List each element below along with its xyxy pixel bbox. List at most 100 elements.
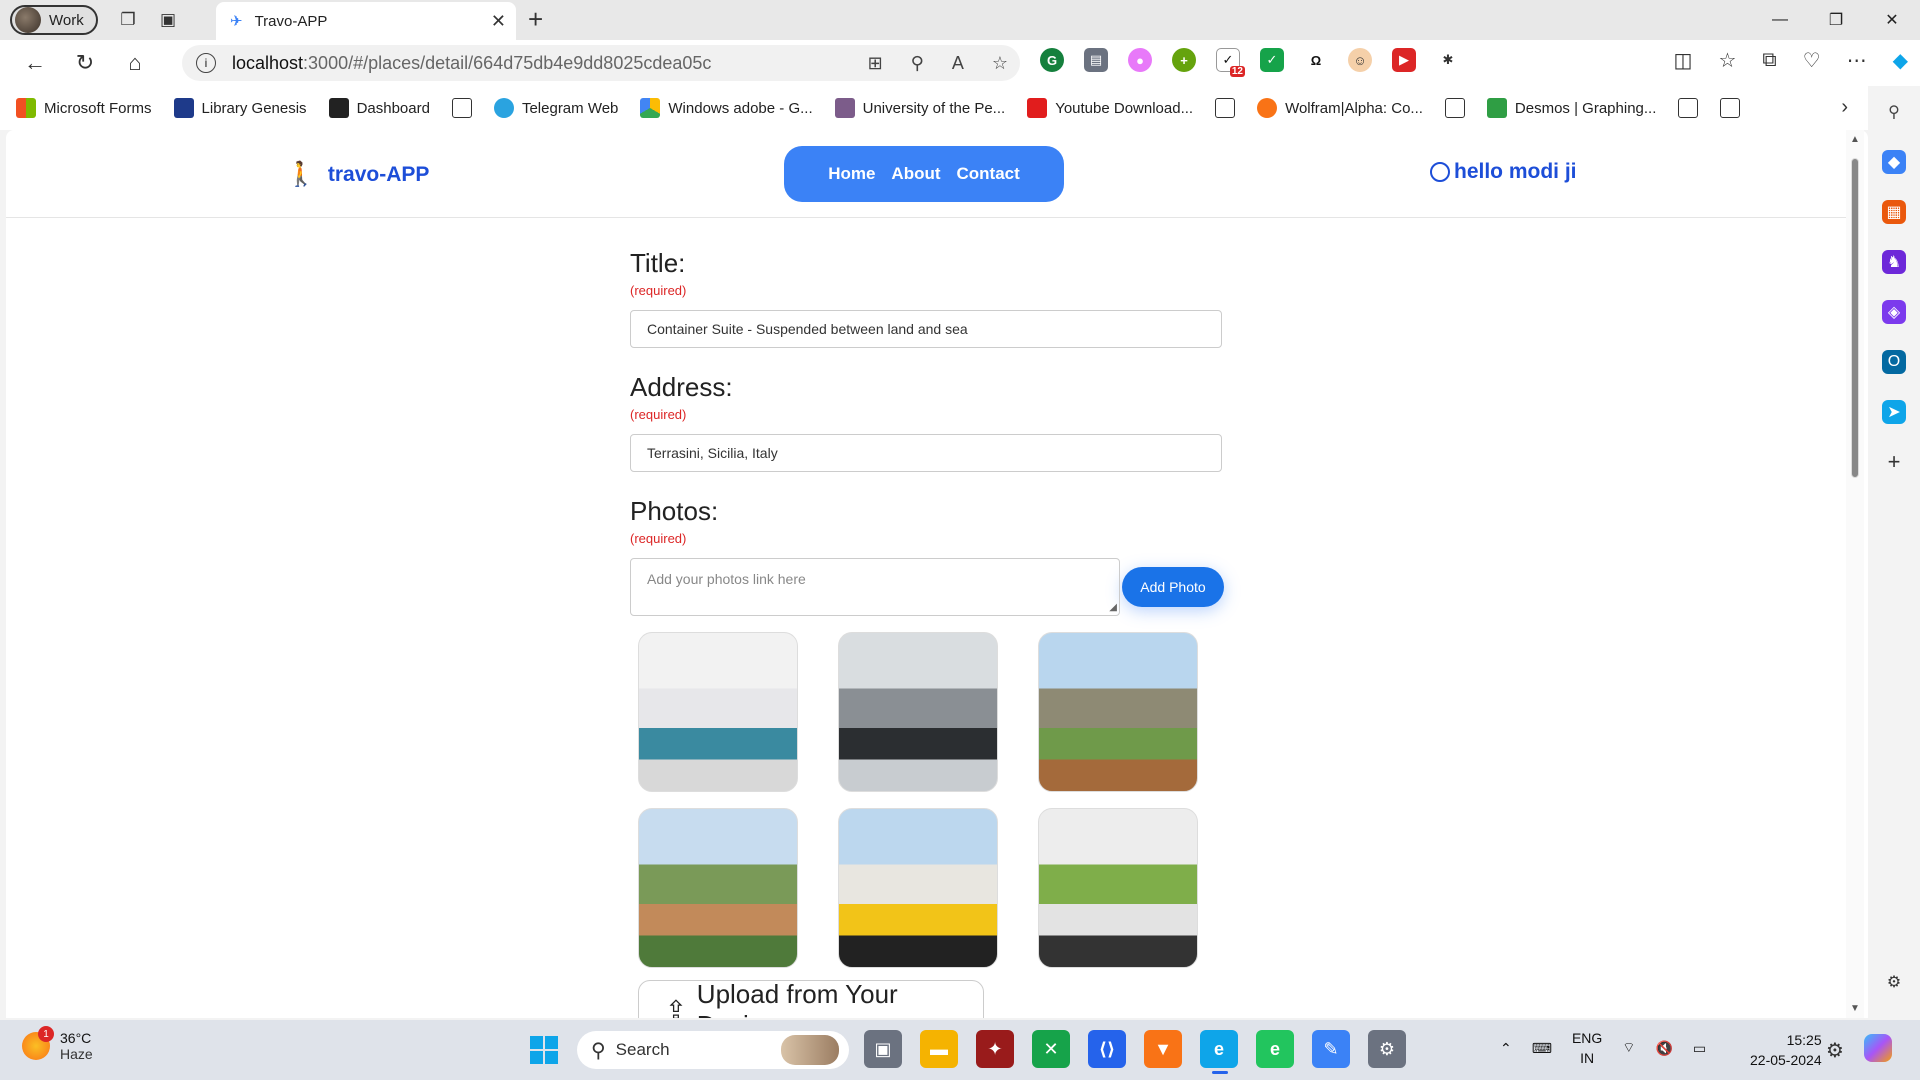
scroll-down-icon[interactable]: ▼ [1850,1003,1860,1014]
sidebar-send-icon[interactable]: ➤ [1882,400,1906,424]
settings-app-icon[interactable]: ⚙ [1368,1030,1406,1068]
paint-icon[interactable]: ✎ [1312,1030,1350,1068]
nav-about[interactable]: About [891,164,940,184]
extension-face-icon[interactable]: ☺ [1348,48,1372,72]
sidebar-add-icon[interactable]: + [1882,449,1906,474]
edge-icon[interactable]: e [1256,1030,1294,1068]
wifi-icon[interactable]: ⌔ [1622,1039,1635,1057]
photo-link-textarea[interactable]: Add your photos link here ◢ [630,558,1120,616]
bookmark-item[interactable] [451,98,472,118]
start-button[interactable] [530,1036,558,1064]
app-dark-icon[interactable]: ✦ [976,1030,1014,1068]
taskbar-search[interactable]: ⚲ Search [577,1031,849,1069]
read-aloud-icon[interactable]: A [952,53,964,74]
more-menu-icon[interactable]: ⋯ [1847,48,1867,73]
nav-home[interactable]: Home [828,164,875,184]
resize-grip-icon[interactable]: ◢ [1109,602,1117,613]
keyboard-icon[interactable]: ⌨ [1532,1040,1552,1057]
task-view-icon[interactable]: ▣ [864,1030,902,1068]
upload-from-device-button[interactable]: ⇪ Upload from Your Device [638,979,984,1018]
bookmark-item[interactable]: Wolfram|Alpha: Co... [1257,98,1423,118]
app-available-icon[interactable]: ⊞ [868,53,883,74]
bookmark-item[interactable] [1720,98,1741,118]
bookmark-item[interactable]: Windows adobe - G... [640,98,813,118]
favorites-icon[interactable]: ☆ [1718,48,1736,73]
bookmark-item[interactable]: Microsoft Forms [16,98,152,118]
bookmark-item[interactable]: Dashboard [328,98,430,118]
scroll-up-icon[interactable]: ▲ [1850,134,1860,145]
bookmark-item[interactable]: University of the Pe... [834,98,1005,118]
photo-thumbnail[interactable] [1038,632,1198,792]
vscode-icon[interactable]: ⟨⟩ [1088,1030,1126,1068]
vertical-tabs-icon[interactable]: ▣ [148,0,188,40]
sidebar-outlook-icon[interactable]: O [1882,350,1906,374]
address-bar[interactable]: i localhost:3000/#/places/detail/664d75d… [182,45,1020,81]
zoom-icon[interactable]: ⚲ [911,53,924,74]
user-menu[interactable]: hello modi ji [1430,160,1577,184]
copilot-icon[interactable]: ◆ [1893,48,1908,73]
extension-shield-icon[interactable]: ✓ [1260,48,1284,72]
bookmark-item[interactable]: Library Genesis [173,98,307,118]
photo-thumbnail[interactable] [638,808,798,968]
site-info-icon[interactable]: i [196,53,216,73]
extension-brain-icon[interactable]: ● [1128,48,1152,72]
extension-plus-icon[interactable]: + [1172,48,1196,72]
address-input[interactable]: Terrasini, Sicilia, Italy [630,434,1222,472]
extension-tasks-icon[interactable]: ✓ 12 [1216,48,1245,77]
close-window-icon[interactable]: ✕ [1864,0,1920,40]
sidebar-shopping-icon[interactable]: ◆ [1882,150,1906,174]
taskbar-clock[interactable]: 15:25 22-05-2024 [1750,1030,1822,1070]
extensions-puzzle-icon[interactable]: ✱ [1436,48,1460,72]
xbox-icon[interactable]: ✕ [1032,1030,1070,1068]
collections-icon[interactable]: ⧉ [1762,49,1776,72]
mute-icon[interactable]: 🔇 [1655,1040,1672,1057]
favorite-star-icon[interactable]: ☆ [992,53,1008,74]
photo-thumbnail[interactable] [638,632,798,792]
bookmark-item[interactable]: Youtube Download... [1027,98,1193,118]
tab-travo-app[interactable]: ✈ Travo-APP ✕ [216,2,516,40]
sidebar-games-icon[interactable]: ♞ [1882,250,1906,274]
photo-thumbnail[interactable] [1038,808,1198,968]
weather-widget[interactable]: 1 36°C Haze [22,1026,93,1062]
bookmark-item[interactable] [1444,98,1465,118]
photo-thumbnail[interactable] [838,808,998,968]
edge-work-icon[interactable]: e [1200,1030,1238,1074]
bookmarks-overflow-chevron-icon[interactable]: › [1841,96,1848,119]
sidebar-tools-icon[interactable]: ▦ [1882,200,1906,224]
restore-icon[interactable]: ❐ [1808,0,1864,40]
extension-omega-icon[interactable]: Ω [1304,48,1328,72]
split-screen-icon[interactable]: ◫ [1674,48,1693,73]
tray-overflow-chevron-icon[interactable]: ⌃ [1500,1040,1512,1057]
refresh-icon[interactable]: ↻ [60,43,110,83]
browser-essentials-icon[interactable]: ♡ [1803,48,1821,73]
home-icon[interactable]: ⌂ [110,43,160,83]
scrollbar-thumb[interactable] [1851,158,1859,478]
site-logo[interactable]: 🚶 travo-APP [286,160,429,189]
nav-contact[interactable]: Contact [957,164,1020,184]
bookmark-item[interactable]: Desmos | Graphing... [1486,98,1656,118]
back-icon[interactable]: ← [10,43,60,83]
title-input[interactable]: Container Suite - Suspended between land… [630,310,1222,348]
tab-close-icon[interactable]: ✕ [491,11,506,32]
extension-video-icon[interactable]: ▶ [1392,48,1416,72]
profile-button[interactable]: Work [10,5,98,35]
notification-gear-icon[interactable]: ⚙ [1826,1038,1844,1063]
add-photo-button[interactable]: Add Photo [1122,567,1224,607]
copilot-taskbar-icon[interactable] [1864,1034,1892,1062]
bookmark-item[interactable]: Telegram Web [493,98,618,118]
bookmark-item[interactable] [1215,98,1236,118]
grammarly-icon[interactable]: G [1040,48,1064,72]
battery-icon[interactable]: ▭ [1693,1040,1706,1057]
extension-copy-icon[interactable]: ▤ [1084,48,1108,72]
photo-thumbnail[interactable] [838,632,998,792]
sidebar-settings-icon[interactable]: ⚙ [1882,970,1906,994]
brave-icon[interactable]: ▼ [1144,1030,1182,1068]
sidebar-search-icon[interactable]: ⚲ [1882,100,1906,124]
new-tab-icon[interactable]: + [528,4,543,35]
page-scrollbar[interactable]: ▲ ▼ [1846,130,1864,1018]
bookmark-item[interactable] [1678,98,1699,118]
sidebar-copilot-icon[interactable]: ◈ [1882,300,1906,324]
file-explorer-icon[interactable]: ▬ [920,1030,958,1068]
workspaces-icon[interactable]: ❐ [108,0,148,40]
minimize-icon[interactable]: — [1752,0,1808,40]
